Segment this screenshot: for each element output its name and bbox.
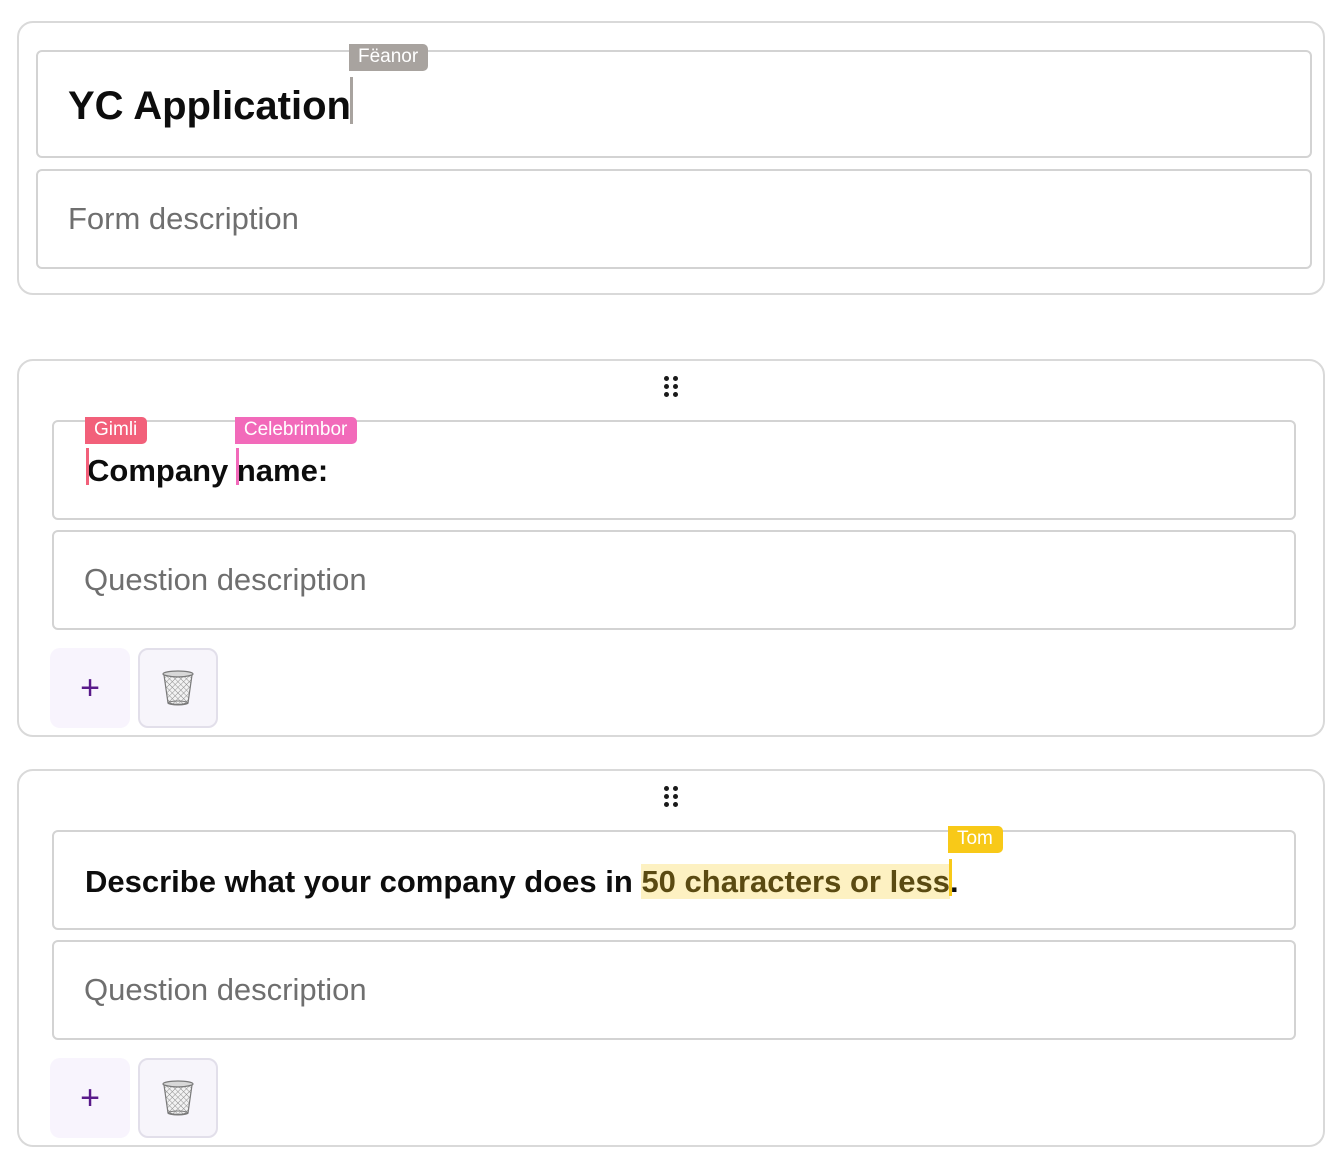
question-card-1: Gimli Company Celebrimbor name: Question d… bbox=[17, 359, 1325, 737]
plus-icon: + bbox=[80, 668, 100, 707]
question-2-description-field[interactable]: Question description bbox=[52, 940, 1296, 1040]
form-title-text: YC Application bbox=[68, 84, 351, 128]
question-1-title-part-1: C bbox=[87, 453, 110, 488]
delete-question-button-2[interactable] bbox=[138, 1058, 218, 1138]
cursor-label-tom: Tom bbox=[947, 825, 1003, 853]
question-1-title-part-2: ompany bbox=[109, 453, 237, 488]
drag-handle-icon[interactable] bbox=[664, 786, 678, 808]
form-title-field[interactable]: YC Application Fëanor bbox=[36, 44, 1312, 158]
form-description-field[interactable]: Form description bbox=[36, 169, 1312, 269]
form-description-placeholder: Form description bbox=[68, 201, 299, 236]
trash-icon bbox=[162, 1080, 194, 1116]
plus-icon: + bbox=[80, 1078, 100, 1117]
question-1-title-field[interactable]: Gimli Company Celebrimbor name: bbox=[52, 417, 1296, 520]
add-question-button-1[interactable]: + bbox=[50, 648, 130, 728]
cursor-label-gimli: Gimli bbox=[85, 417, 148, 444]
question-2-title-field[interactable]: Describe what your company does in 50 ch… bbox=[52, 825, 1296, 930]
question-1-description-field[interactable]: Question description bbox=[52, 530, 1296, 630]
question-2-title-highlight: 50 characters or less bbox=[641, 863, 950, 899]
question-card-2: Describe what your company does in 50 ch… bbox=[17, 769, 1325, 1147]
trash-icon bbox=[162, 670, 194, 706]
question-1-title-part-3: name: bbox=[236, 453, 329, 488]
question-2-title-plain: Describe what your company does in bbox=[85, 863, 642, 899]
drag-handle-icon[interactable] bbox=[664, 376, 678, 398]
delete-question-button-1[interactable] bbox=[138, 648, 218, 728]
cursor-label-feanor: Fëanor bbox=[348, 44, 429, 71]
add-question-button-2[interactable]: + bbox=[50, 1058, 130, 1138]
form-header-card: YC Application Fëanor Form description bbox=[17, 21, 1325, 295]
question-2-description-placeholder: Question description bbox=[84, 972, 367, 1007]
cursor-label-celebrimbor: Celebrimbor bbox=[234, 417, 358, 444]
question-1-description-placeholder: Question description bbox=[84, 562, 367, 597]
